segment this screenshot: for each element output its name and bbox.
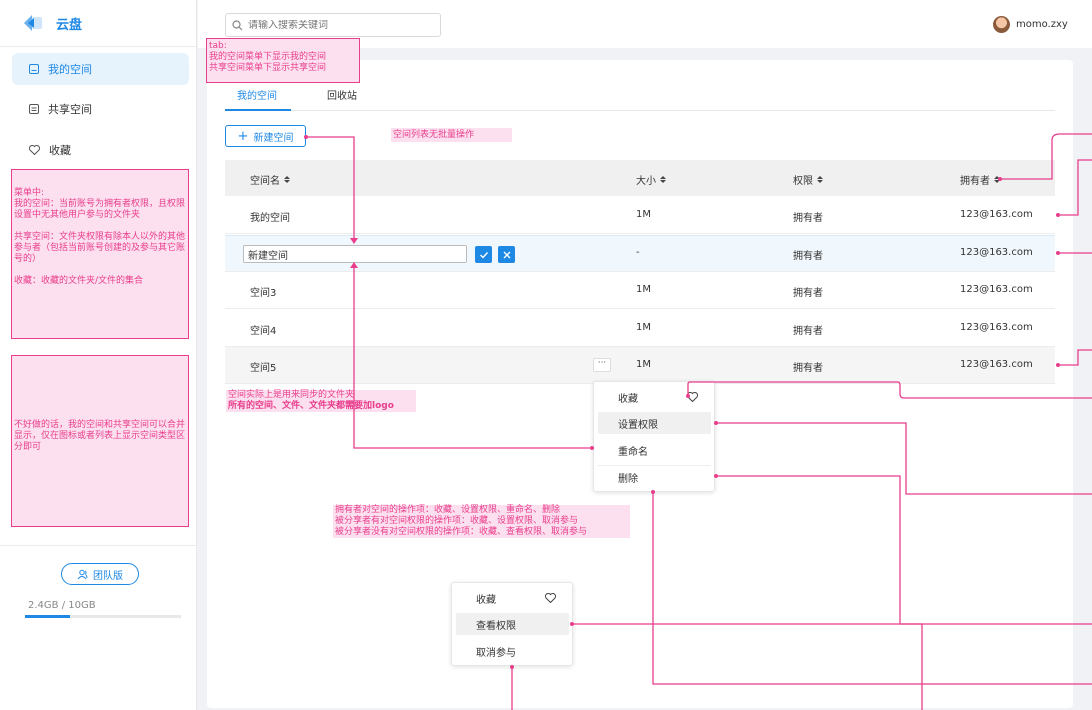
- sidebar-item-shared-space[interactable]: 共享空间: [12, 93, 189, 125]
- close-icon: [503, 251, 510, 258]
- heart-icon: [28, 144, 41, 156]
- space-name[interactable]: 空间4: [250, 322, 276, 337]
- table-row[interactable]: 空间3 1M 拥有者 123@163.com: [225, 272, 1055, 309]
- new-space-name-input[interactable]: [243, 245, 467, 263]
- storage-progress-bar: [25, 615, 181, 618]
- table-row[interactable]: 空间4 1M 拥有者 123@163.com: [225, 310, 1055, 347]
- avatar: [993, 16, 1010, 33]
- storage-progress-fill: [25, 615, 71, 618]
- heart-icon: [544, 592, 557, 604]
- sidebar-item-label: 共享空间: [48, 103, 92, 116]
- column-header-size[interactable]: 大小: [636, 172, 666, 187]
- menu-item-view-permission[interactable]: 查看权限: [456, 613, 569, 635]
- column-header-permission[interactable]: 权限: [793, 172, 823, 187]
- space-size: 1M: [636, 322, 651, 333]
- space-owner: 123@163.com: [960, 247, 1033, 258]
- space-name[interactable]: 空间3: [250, 284, 276, 299]
- table-row[interactable]: 我的空间 1M 拥有者 123@163.com: [225, 197, 1055, 234]
- annotation-sync-note: 空间实际上是用来同步的文件夹 所有的空间、文件、文件夹都需要加logo: [226, 390, 416, 412]
- space-owner: 123@163.com: [960, 209, 1033, 220]
- annotation-menu-note: 菜单中: 我的空间：当前账号为拥有者权限，且权限设置中无其他用户参与的文件夹 共…: [11, 169, 189, 339]
- search-icon: [232, 19, 243, 30]
- sort-icon: [284, 176, 290, 183]
- more-actions-button[interactable]: ···: [593, 358, 611, 372]
- space-owner: 123@163.com: [960, 359, 1033, 370]
- table-header: 空间名 大小 权限 拥有者: [225, 160, 1055, 196]
- space-name[interactable]: 我的空间: [250, 209, 290, 224]
- space-size: 1M: [636, 209, 651, 220]
- tab-recycle-bin[interactable]: 回收站: [327, 87, 357, 102]
- confirm-button[interactable]: [475, 246, 492, 263]
- tab-my-space[interactable]: 我的空间: [237, 87, 277, 102]
- search-input[interactable]: [248, 19, 428, 31]
- team-edition-button[interactable]: 团队版: [61, 563, 139, 585]
- share-folder-icon: [29, 104, 39, 114]
- sort-icon: [994, 176, 1000, 183]
- new-space-label: 新建空间: [253, 132, 294, 144]
- menu-item-set-permission[interactable]: 设置权限: [598, 412, 711, 434]
- table-row-hovered[interactable]: 空间5 ··· 1M 拥有者 123@163.com: [225, 347, 1055, 384]
- column-header-owner[interactable]: 拥有者: [960, 172, 1000, 187]
- space-owner: 123@163.com: [960, 322, 1033, 333]
- annotation-ops-note: 拥有者对空间的操作项：收藏、设置权限、重命名、删除 被分享者有对空间权限的操作项…: [333, 505, 630, 538]
- menu-item-favorite[interactable]: 收藏: [456, 587, 569, 609]
- space-size: -: [636, 247, 640, 258]
- menu-item-favorite[interactable]: 收藏: [598, 386, 711, 408]
- menu-item-rename[interactable]: 重命名: [598, 439, 711, 461]
- space-permission: 拥有者: [793, 288, 823, 299]
- username: momo.zxy: [1016, 19, 1068, 30]
- folder-icon: [29, 64, 39, 74]
- column-header-name[interactable]: 空间名: [250, 172, 290, 187]
- user-menu[interactable]: momo.zxy: [993, 16, 1068, 33]
- storage-usage-text: 2.4GB / 10GB: [28, 600, 96, 611]
- space-permission: 拥有者: [793, 213, 823, 224]
- new-space-button[interactable]: + 新建空间: [225, 125, 306, 147]
- divider: [0, 545, 197, 546]
- sort-icon: [817, 176, 823, 183]
- plus-icon: +: [237, 128, 249, 144]
- space-permission: 拥有者: [793, 251, 823, 262]
- space-permission: 拥有者: [793, 326, 823, 337]
- cloud-logo-icon: [22, 12, 44, 34]
- search-box[interactable]: [225, 13, 441, 37]
- space-permission: 拥有者: [793, 363, 823, 374]
- owner-actions-menu: 收藏 设置权限 重命名 删除: [593, 381, 715, 492]
- sort-icon: [660, 176, 666, 183]
- table-row-editing[interactable]: - 拥有者 123@163.com: [225, 235, 1055, 272]
- space-size: 1M: [636, 359, 651, 370]
- annotation-merge-note: 不好做的话，我的空间和共享空间可以合并显示，仅在图标或者列表上显示空间类型区分即…: [11, 355, 189, 527]
- divider: [0, 46, 197, 47]
- app-title: 云盘: [56, 17, 83, 33]
- heart-icon: [686, 391, 699, 403]
- space-size: 1M: [636, 284, 651, 295]
- viewer-actions-menu: 收藏 查看权限 取消参与: [451, 582, 573, 666]
- team-icon: [77, 569, 88, 579]
- cancel-button[interactable]: [498, 246, 515, 263]
- check-icon: [479, 251, 488, 259]
- annotation-tab-note: tab: 我的空间菜单下显示我的空间 共享空间菜单下显示共享空间: [206, 38, 360, 83]
- annotation-list-note: 空间列表无批量操作: [391, 128, 512, 142]
- active-tab-indicator: [225, 109, 291, 111]
- sidebar-item-label: 我的空间: [48, 63, 92, 76]
- menu-item-delete[interactable]: 删除: [598, 466, 711, 488]
- sidebar-item-label: 收藏: [49, 144, 71, 157]
- space-owner: 123@163.com: [960, 284, 1033, 295]
- app-logo[interactable]: 云盘: [22, 9, 82, 37]
- app-root: 云盘 我的空间 共享空间 收藏 团队版 2.4GB / 10GB 请输入搜索关键…: [0, 0, 1092, 710]
- sidebar-item-my-space[interactable]: 我的空间: [12, 53, 189, 85]
- menu-item-leave[interactable]: 取消参与: [456, 640, 569, 662]
- space-name[interactable]: 空间5: [250, 359, 276, 374]
- sidebar-item-favorites[interactable]: 收藏: [12, 134, 189, 166]
- team-edition-label: 团队版: [93, 570, 123, 582]
- space-tabs: 我的空间 回收站: [225, 85, 1055, 111]
